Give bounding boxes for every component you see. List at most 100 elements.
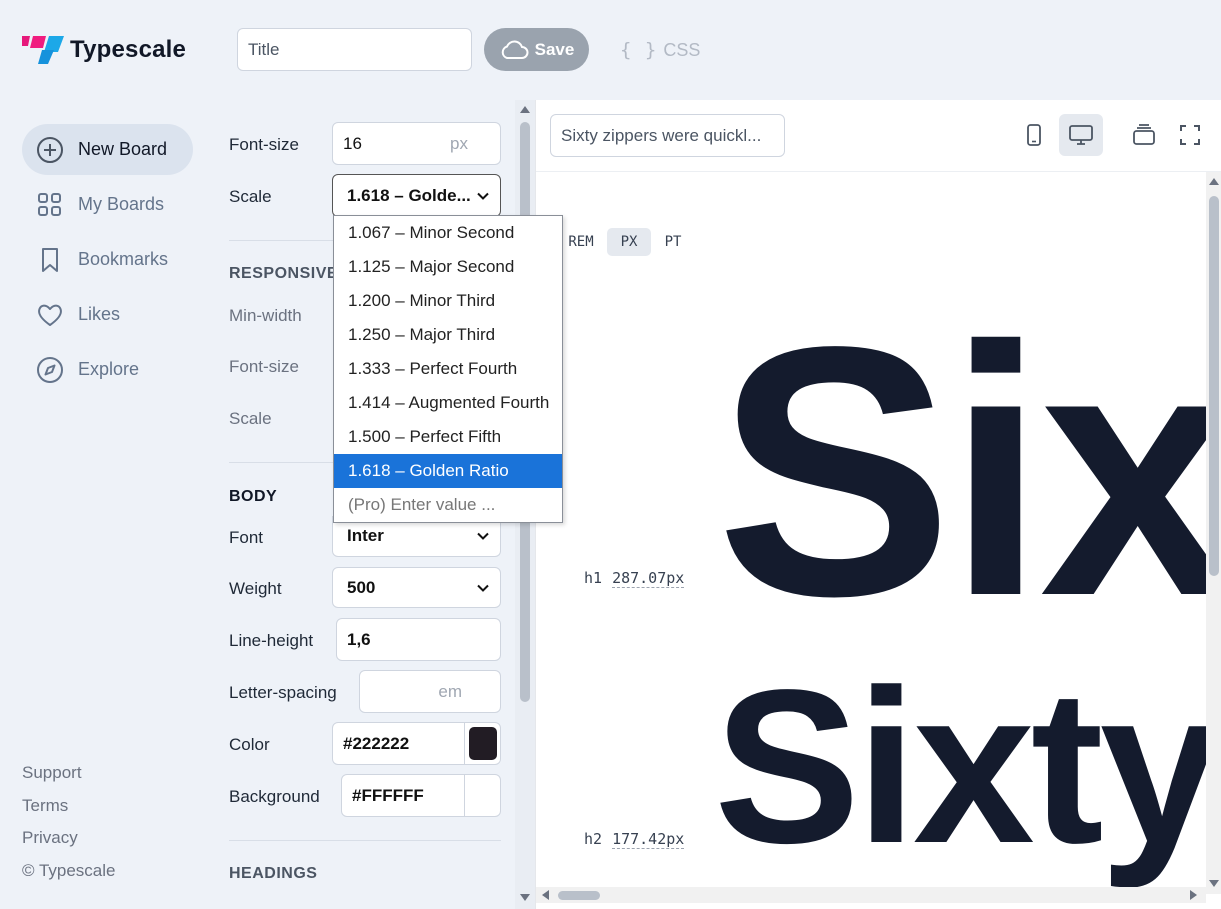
background-label: Background [229,787,320,806]
desktop-view-button[interactable] [1059,114,1103,156]
plus-circle-icon [37,136,63,163]
bookmark-icon [42,247,58,272]
scale-option[interactable]: 1.414 – Augmented Fourth [334,386,562,420]
preview-toolbar: Sixty zippers were quickl... [536,100,1221,172]
scale-option[interactable]: 1.200 – Minor Third [334,284,562,318]
save-label: Save [534,39,575,59]
min-width-label: Min-width [229,306,302,325]
sidebar-item-label: Bookmarks [78,249,169,269]
scale-dropdown-list[interactable]: 1.067 – Minor Second 1.125 – Major Secon… [333,215,563,523]
app-name[interactable]: Typescale [70,36,186,64]
sidebar-item-bookmarks[interactable]: Bookmarks [22,234,193,285]
support-link[interactable]: Support [22,763,82,783]
privacy-link[interactable]: Privacy [22,828,78,848]
h1-size-tag: h1 287.07px [584,569,685,588]
font-select-value: Inter [347,526,384,545]
unit-tab-px[interactable]: PX [607,228,651,256]
unit-tab-rem[interactable]: REM [560,228,602,256]
sidebar-item-new-board[interactable]: New Board [22,124,193,175]
sidebar-item-label: New Board [78,139,168,159]
headings-heading: HEADINGS [229,865,318,882]
scroll-down-arrow[interactable] [1209,880,1219,887]
background-input[interactable]: #FFFFFF [341,774,501,817]
preview-vertical-scrollbar[interactable] [1206,172,1221,894]
line-height-input[interactable]: 1,6 [336,618,501,661]
terms-link[interactable]: Terms [22,796,68,816]
h1-tag-label: h1 [584,569,603,587]
sidebar-item-label: Likes [78,304,121,324]
scale-option[interactable]: 1.333 – Perfect Fourth [334,352,562,386]
h1-size-value: 287.07px [612,569,685,588]
background-swatch[interactable] [464,775,500,816]
chevron-down-icon [477,192,489,200]
desktop-icon [1069,125,1093,145]
scale-option-selected[interactable]: 1.618 – Golden Ratio [334,454,562,488]
cloud-icon [501,40,529,59]
font-size-value: 16 [343,133,362,153]
scroll-up-arrow[interactable] [520,106,530,113]
scale-select-value: 1.618 – Golde... [347,185,471,205]
save-button[interactable]: Save [484,28,589,71]
sidebar-item-explore[interactable]: Explore [22,344,193,395]
scale-option-pro-custom[interactable]: (Pro) Enter value ... [334,488,562,522]
letter-spacing-input[interactable]: em [359,670,501,713]
line-height-value: 1,6 [347,629,371,649]
scroll-right-arrow[interactable] [1190,890,1197,900]
grid-icon [38,192,61,216]
sidebar-item-label: My Boards [78,194,165,214]
unit-tab-pt[interactable]: PT [655,228,691,256]
chevron-down-icon [477,584,489,592]
sidebar-item-likes[interactable]: Likes [22,289,193,340]
h2-size-tag: h2 177.42px [584,830,685,849]
scale-select[interactable]: 1.618 – Golde... [332,174,501,217]
color-label: Color [229,735,270,754]
title-input[interactable] [237,28,472,71]
responsive-heading: RESPONSIVE [229,265,339,282]
sample-text-value: Sixty zippers were quickl... [561,125,762,145]
sidebar-item-my-boards[interactable]: My Boards [22,179,193,230]
scroll-down-arrow[interactable] [520,894,530,901]
letter-spacing-unit: em [438,681,462,701]
scroll-up-arrow[interactable] [1209,178,1219,185]
font-label: Font [229,528,264,547]
copyright-text: © Typescale [22,861,116,880]
weight-select[interactable]: 500 [332,567,501,608]
scale-option[interactable]: 1.067 – Minor Second [334,216,562,250]
layers-icon [1133,124,1155,145]
scale-option[interactable]: 1.125 – Major Second [334,250,562,284]
scrollbar-thumb[interactable] [558,891,600,900]
scrollbar-thumb[interactable] [1209,196,1219,576]
mobile-icon [1027,124,1041,146]
fullscreen-button[interactable] [1168,114,1212,156]
scale-option[interactable]: 1.250 – Major Third [334,318,562,352]
letter-spacing-label: Letter-spacing [229,683,337,702]
sample-text-input[interactable]: Sixty zippers were quickl... [550,114,785,157]
color-swatch[interactable] [464,723,500,764]
css-export-button[interactable]: { } CSS [620,36,700,64]
preview-pane: Sixty zippers were quickl... REM PX PT S… [535,100,1221,909]
preview-horizontal-scrollbar[interactable] [536,887,1206,903]
font-size-input[interactable]: 16 px [332,122,501,165]
body-heading: BODY [229,488,278,505]
h1-sample-text: Sixty [716,274,1221,670]
h2-tag-label: h2 [584,830,603,848]
layers-view-button[interactable] [1122,114,1166,156]
color-input[interactable]: #222222 [332,722,501,765]
scroll-left-arrow[interactable] [542,890,549,900]
line-height-label: Line-height [229,631,314,650]
h2-sample-text: Sixty [714,645,1221,889]
heart-icon [38,304,62,326]
weight-label: Weight [229,579,282,598]
divider [229,840,501,841]
weight-select-value: 500 [347,577,376,597]
typescale-logo-icon [22,36,64,64]
responsive-font-size-label: Font-size [229,357,299,376]
css-label: CSS [663,39,701,60]
chevron-down-icon [477,532,489,540]
h2-size-value: 177.42px [612,830,685,849]
background-value: #FFFFFF [352,785,424,805]
font-size-unit: px [450,133,468,153]
font-size-label: Font-size [229,135,299,154]
mobile-view-button[interactable] [1012,114,1056,156]
scale-option[interactable]: 1.500 – Perfect Fifth [334,420,562,454]
